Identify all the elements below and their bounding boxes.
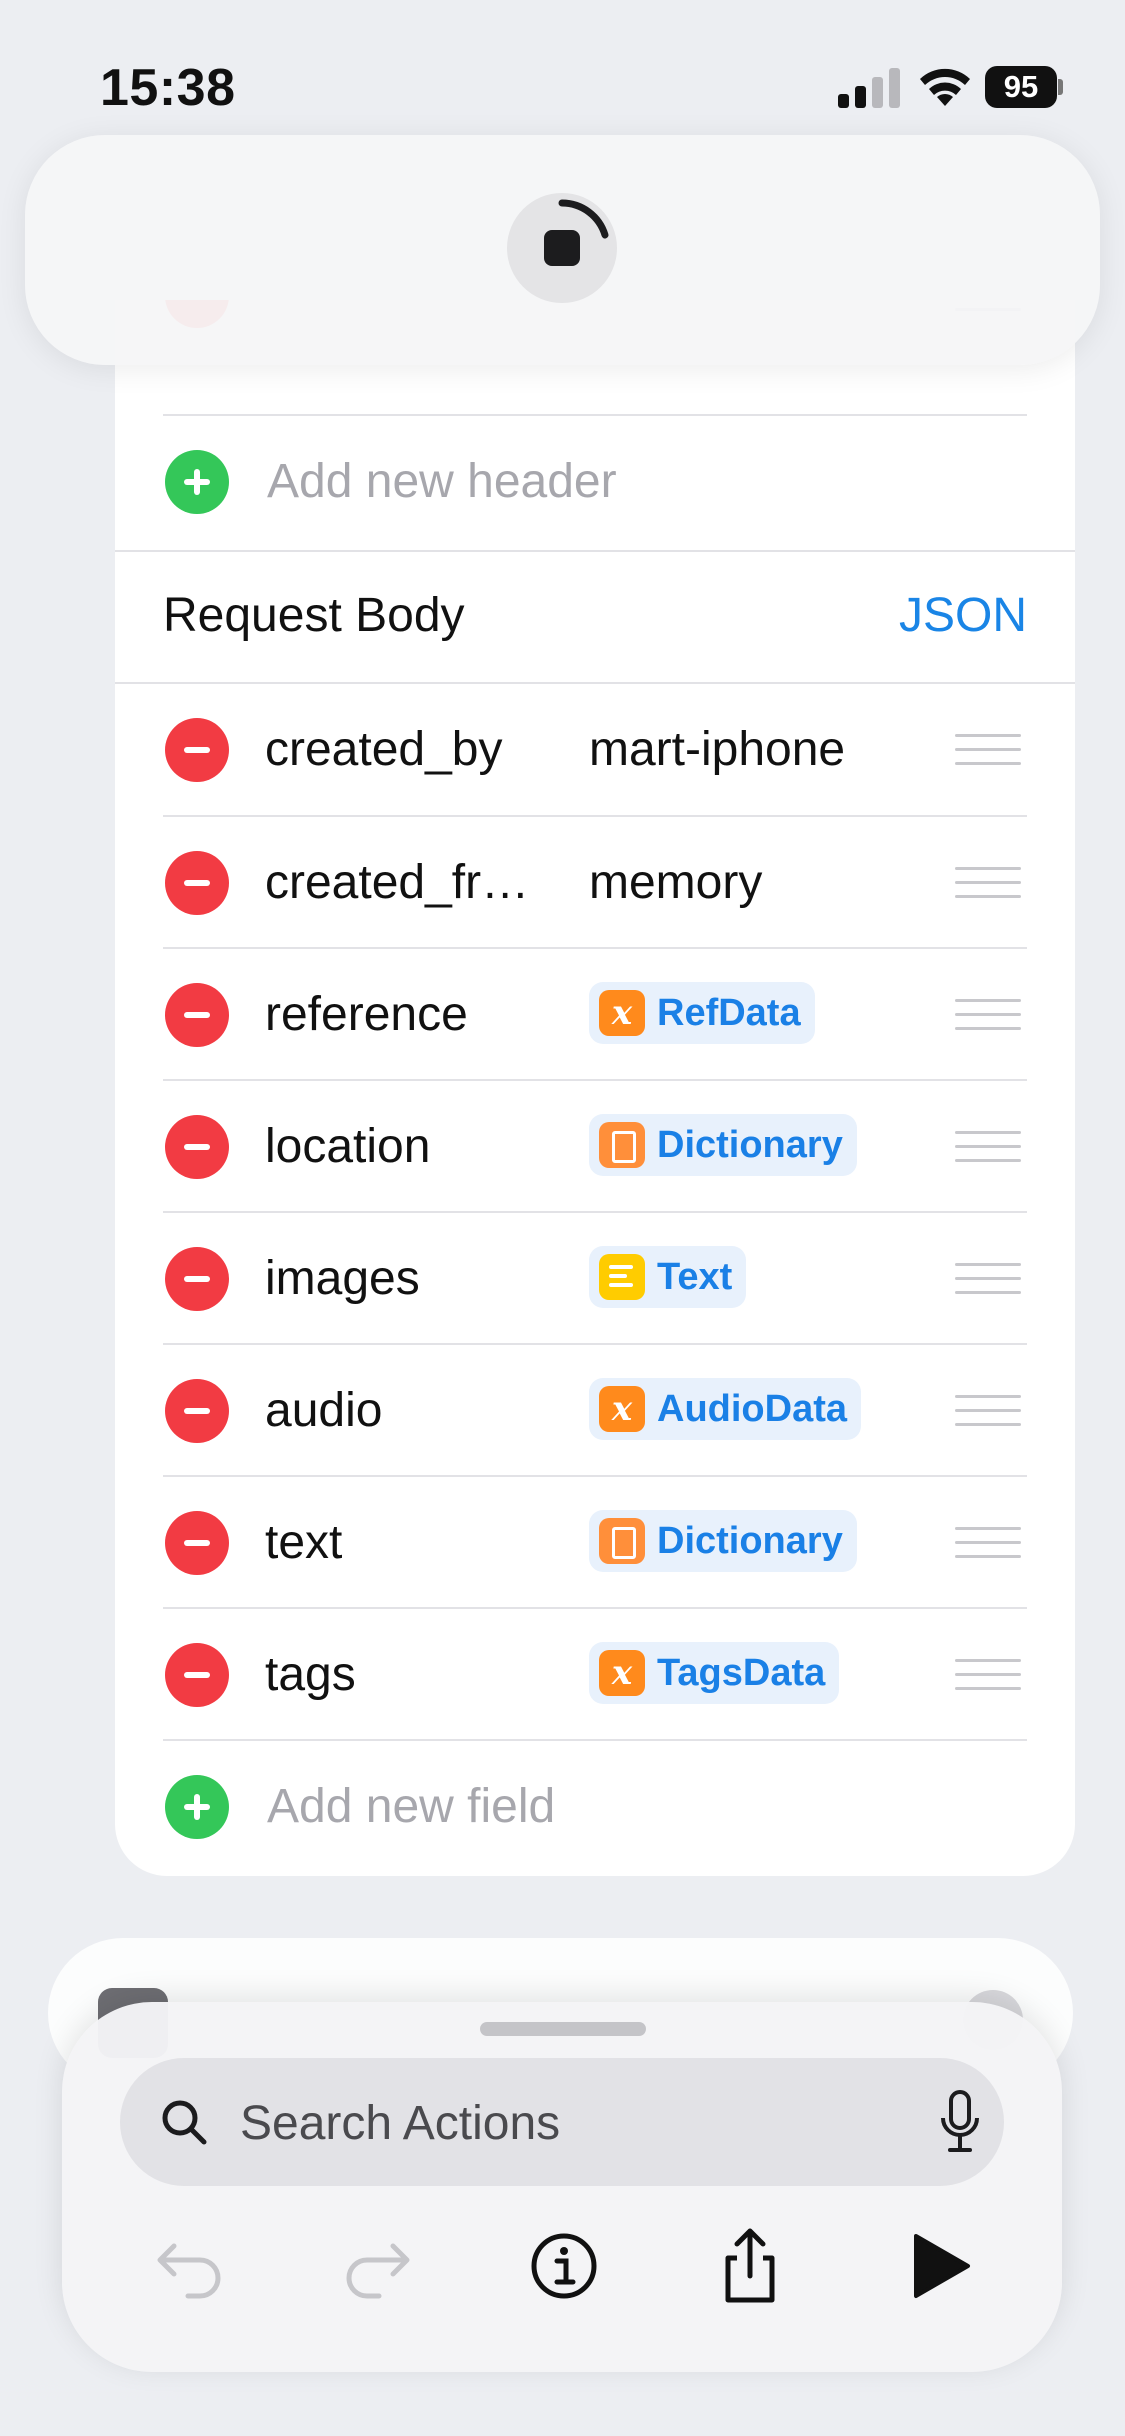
remove-field-button[interactable]: [165, 1115, 229, 1179]
field-key[interactable]: created_by: [265, 718, 565, 782]
remove-field-button[interactable]: [165, 1379, 229, 1443]
variable-x-icon: x: [599, 1386, 645, 1432]
field-key[interactable]: created_fr…: [265, 851, 565, 915]
variable-chip[interactable]: Dictionary: [589, 1114, 857, 1176]
variable-x-icon: x: [599, 990, 645, 1036]
variable-label: Dictionary: [657, 1123, 843, 1166]
microphone-icon[interactable]: [940, 2090, 980, 2154]
field-key[interactable]: audio: [265, 1379, 565, 1443]
play-icon[interactable]: [898, 2226, 978, 2306]
body-field-row: reference x RefData: [115, 949, 1075, 1081]
search-icon: [162, 2100, 207, 2145]
cellular-signal-icon: [838, 68, 900, 108]
add-field-label: Add new field: [267, 1780, 556, 1833]
actions-bottom-sheet: [62, 2002, 1062, 2372]
drag-handle-icon[interactable]: [955, 734, 1021, 768]
variable-label: Text: [657, 1255, 733, 1298]
share-icon[interactable]: [710, 2226, 790, 2306]
remove-field-button[interactable]: [165, 718, 229, 782]
variable-chip[interactable]: x AudioData: [589, 1378, 861, 1440]
variable-chip[interactable]: Dictionary: [589, 1510, 857, 1572]
redo-icon[interactable]: [337, 2226, 417, 2306]
drag-handle-icon[interactable]: [955, 1263, 1021, 1297]
field-key[interactable]: images: [265, 1247, 565, 1311]
undo-icon[interactable]: [150, 2226, 230, 2306]
remove-field-button[interactable]: [165, 983, 229, 1047]
request-body-title: Request Body: [163, 589, 465, 642]
variable-chip[interactable]: x TagsData: [589, 1642, 840, 1704]
field-key[interactable]: text: [265, 1511, 565, 1575]
stop-icon: [544, 230, 580, 266]
remove-field-button[interactable]: [165, 1643, 229, 1707]
add-field-button[interactable]: [165, 1775, 229, 1839]
variable-label: RefData: [657, 991, 801, 1034]
variable-chip[interactable]: Text: [589, 1246, 747, 1308]
drag-handle-icon[interactable]: [955, 1395, 1021, 1429]
field-key[interactable]: tags: [265, 1643, 565, 1707]
remove-field-button[interactable]: [165, 1511, 229, 1575]
variable-x-icon: x: [599, 1650, 645, 1696]
drag-handle-icon[interactable]: [955, 999, 1021, 1033]
body-field-row: created_fr… memory: [115, 817, 1075, 949]
battery-level: 95: [985, 66, 1057, 108]
stop-button[interactable]: [507, 193, 617, 303]
body-field-row: tags x TagsData: [115, 1609, 1075, 1741]
body-field-row: text Dictionary: [115, 1477, 1075, 1609]
dictionary-book-icon: [599, 1518, 645, 1564]
sheet-grabber[interactable]: [480, 2022, 646, 2036]
running-banner: [25, 135, 1100, 365]
text-lines-icon: [599, 1254, 645, 1300]
dictionary-book-icon: [599, 1122, 645, 1168]
info-icon[interactable]: [524, 2226, 604, 2306]
drag-handle-icon[interactable]: [955, 867, 1021, 901]
variable-chip[interactable]: x RefData: [589, 982, 815, 1044]
drag-handle-icon[interactable]: [955, 1131, 1021, 1165]
remove-field-button[interactable]: [165, 1247, 229, 1311]
search-field[interactable]: [120, 2058, 1004, 2186]
request-body-header: Request Body JSON: [115, 550, 1075, 682]
body-field-row: created_by mart-iphone: [115, 684, 1075, 816]
remove-field-button[interactable]: [165, 851, 229, 915]
variable-label: AudioData: [657, 1387, 847, 1430]
request-body-format-button[interactable]: JSON: [899, 586, 1027, 646]
status-bar: 15:38 95: [0, 0, 1125, 140]
search-input[interactable]: [238, 2082, 842, 2164]
variable-label: Dictionary: [657, 1519, 843, 1562]
body-field-row: audio x AudioData: [115, 1345, 1075, 1477]
add-header-label: Add new header: [267, 455, 617, 508]
add-field-row[interactable]: Add new field: [115, 1741, 1075, 1873]
action-card: Add new header Request Body JSON created…: [115, 300, 1075, 1876]
drag-handle-icon[interactable]: [955, 1659, 1021, 1693]
field-key[interactable]: reference: [265, 983, 565, 1047]
add-header-button[interactable]: [165, 450, 229, 514]
variable-label: TagsData: [657, 1651, 826, 1694]
field-value[interactable]: mart-iphone: [589, 718, 845, 782]
field-value[interactable]: memory: [589, 851, 762, 915]
body-field-row: images Text: [115, 1213, 1075, 1345]
status-time: 15:38: [100, 59, 236, 117]
field-key[interactable]: location: [265, 1115, 565, 1179]
drag-handle-icon[interactable]: [955, 1527, 1021, 1561]
add-header-row[interactable]: Add new header: [115, 416, 1075, 548]
battery-icon: 95: [985, 66, 1063, 108]
wifi-icon: [920, 68, 970, 106]
body-field-row: location Dictionary: [115, 1081, 1075, 1213]
